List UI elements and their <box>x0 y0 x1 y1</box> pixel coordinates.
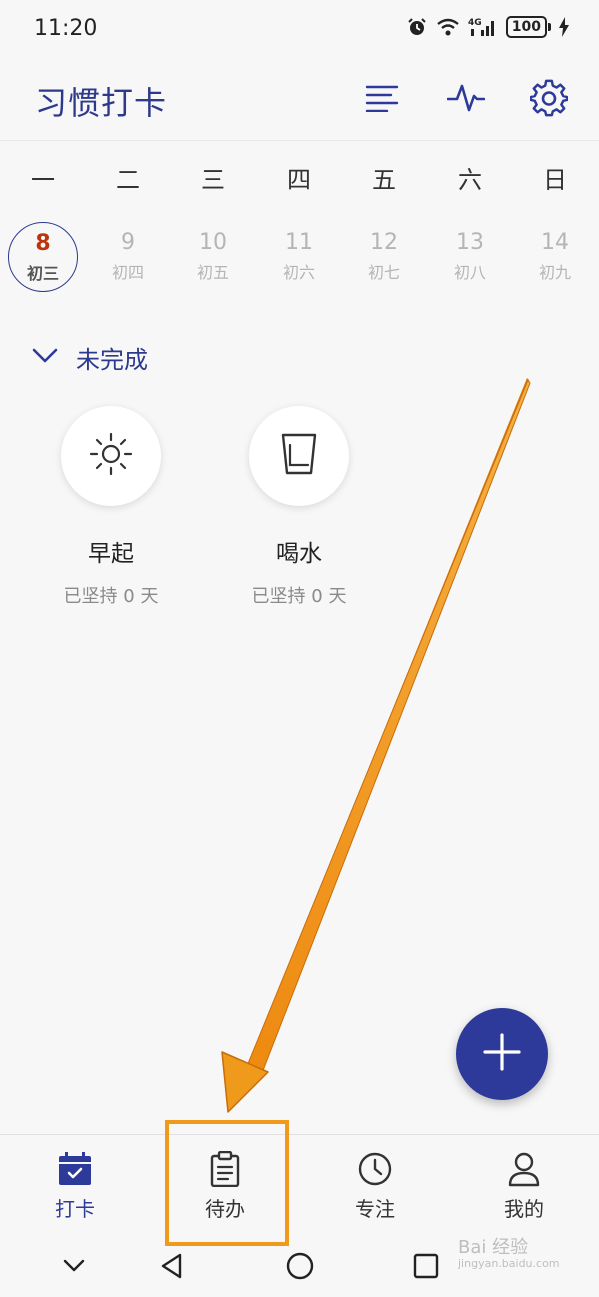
clipboard-icon <box>175 1149 275 1189</box>
wifi-icon <box>436 17 460 37</box>
settings-gear-icon[interactable] <box>529 78 569 118</box>
habit-name: 早起 <box>88 541 134 567</box>
habit-name: 喝水 <box>276 541 322 567</box>
calendar-day[interactable]: 11 初六 <box>264 222 334 292</box>
weekday-label: 日 <box>543 166 567 194</box>
battery-indicator: 100 <box>505 16 551 38</box>
person-icon <box>474 1149 574 1189</box>
recents-square-icon[interactable] <box>408 1248 444 1284</box>
alarm-icon <box>406 16 428 38</box>
date-row: 8 初三 9 初四 10 初五 11 初六 12 初七 13 初八 14 初九 <box>0 222 599 294</box>
weekday-header-row: 一 二 三 四 五 六 日 <box>0 160 599 200</box>
watermark: Bai 经验 jingyan.baidu.com <box>458 1237 560 1272</box>
weekday-label: 四 <box>287 166 311 194</box>
water-glass-icon <box>279 431 319 481</box>
clock-icon <box>325 1149 425 1189</box>
svg-text:4G: 4G <box>468 18 482 28</box>
lunar-date: 初八 <box>453 263 486 282</box>
tab-focus[interactable]: 专注 <box>325 1149 425 1222</box>
lunar-date: 初四 <box>111 263 144 282</box>
calendar-day-selected[interactable]: 8 初三 <box>8 222 78 292</box>
calendar-day[interactable]: 9 初四 <box>93 222 163 292</box>
section-title: 未完成 <box>76 346 148 374</box>
incomplete-section-toggle[interactable]: 未完成 <box>32 340 148 375</box>
chevron-down-icon <box>32 348 58 368</box>
watermark-url: jingyan.baidu.com <box>458 1257 560 1270</box>
habit-streak: 已坚持 0 天 <box>63 586 159 607</box>
calendar-day[interactable]: 12 初七 <box>349 222 419 292</box>
weekday-label: 一 <box>31 166 55 194</box>
battery-tip <box>548 23 551 31</box>
status-icons: 4G 100 <box>406 16 569 38</box>
add-habit-button[interactable] <box>456 1008 548 1100</box>
tab-label: 打卡 <box>55 1197 95 1221</box>
weekday-label: 五 <box>372 166 396 194</box>
day-number: 11 <box>285 230 313 255</box>
day-number: 14 <box>541 230 569 255</box>
calendar-day[interactable]: 14 初九 <box>520 222 590 292</box>
bottom-navigation: 打卡 待办 专注 我的 <box>0 1134 599 1235</box>
tab-label: 待办 <box>205 1197 245 1221</box>
tab-mine[interactable]: 我的 <box>474 1149 574 1222</box>
day-number: 10 <box>199 230 227 255</box>
status-bar: 11:20 4G 100 <box>0 0 599 58</box>
calendar-check-icon <box>25 1149 125 1189</box>
habit-card-drink-water[interactable]: 喝水 已坚持 0 天 <box>229 406 369 608</box>
tab-todo[interactable]: 待办 <box>175 1149 275 1222</box>
sun-icon <box>88 431 134 481</box>
home-circle-icon[interactable] <box>282 1248 318 1284</box>
plus-icon <box>482 1032 522 1076</box>
weekday-label: 六 <box>458 166 482 194</box>
day-number: 9 <box>121 230 135 255</box>
habit-icon-circle[interactable] <box>249 406 349 506</box>
watermark-title: Bai 经验 <box>458 1237 529 1258</box>
weekday-label: 三 <box>201 166 225 194</box>
app-bar: 习惯打卡 <box>0 58 599 141</box>
back-triangle-icon[interactable] <box>154 1248 190 1284</box>
tab-label: 专注 <box>355 1197 395 1221</box>
day-number: 13 <box>456 230 484 255</box>
lunar-date: 初六 <box>282 263 315 282</box>
battery-level: 100 <box>505 16 547 38</box>
tab-checkin[interactable]: 打卡 <box>25 1149 125 1222</box>
app-title: 习惯打卡 <box>35 84 168 122</box>
lunar-date: 初九 <box>538 263 571 282</box>
tab-label: 我的 <box>504 1197 544 1221</box>
day-number: 12 <box>370 230 398 255</box>
lunar-date: 初三 <box>26 264 59 283</box>
lunar-date: 初七 <box>367 263 400 282</box>
habit-icon-circle[interactable] <box>61 406 161 506</box>
collapse-chevron-icon[interactable] <box>56 1248 92 1284</box>
day-number: 8 <box>35 231 51 256</box>
calendar-day[interactable]: 13 初八 <box>435 222 505 292</box>
weekday-label: 二 <box>116 166 140 194</box>
activity-pulse-icon[interactable] <box>446 78 486 118</box>
charging-icon <box>559 17 569 37</box>
habit-streak: 已坚持 0 天 <box>251 586 347 607</box>
cellular-signal-icon: 4G <box>468 16 498 38</box>
list-icon[interactable] <box>362 78 402 118</box>
habit-card-wake-early[interactable]: 早起 已坚持 0 天 <box>41 406 181 608</box>
lunar-date: 初五 <box>196 263 229 282</box>
status-time: 11:20 <box>34 16 98 41</box>
calendar-day[interactable]: 10 初五 <box>178 222 248 292</box>
